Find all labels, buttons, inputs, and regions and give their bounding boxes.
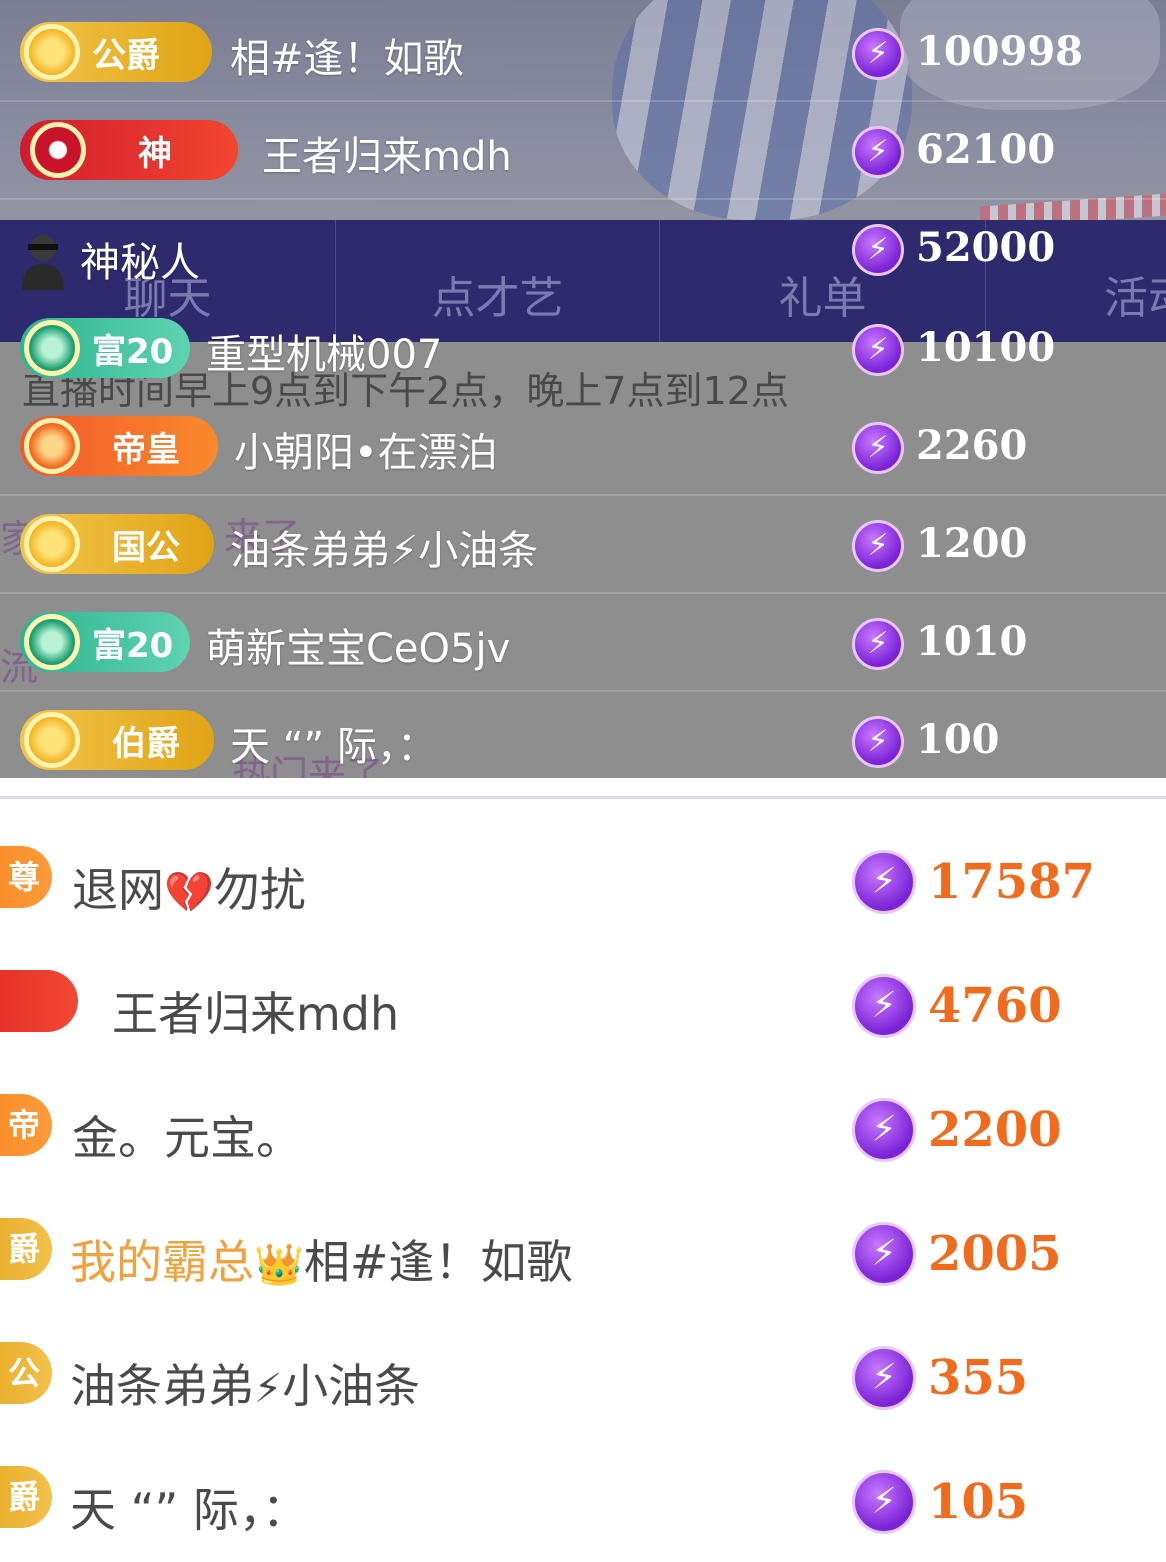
gift-score: 4760 bbox=[928, 978, 1062, 1034]
club-name-text: 我的霸总 bbox=[70, 1235, 254, 1289]
user-name: 神秘人 bbox=[80, 240, 200, 286]
medal-icon bbox=[24, 614, 80, 670]
name-text: 勿扰 bbox=[213, 863, 306, 917]
badge-label: 富20 bbox=[92, 331, 174, 372]
lightning-coin-icon: ⚡ bbox=[852, 324, 904, 376]
user-name: 退网💔勿扰 bbox=[72, 854, 306, 920]
medal-icon bbox=[24, 24, 80, 80]
gift-ranking-row[interactable]: 帝 金。元宝。 ⚡ 2200 bbox=[0, 1066, 1166, 1192]
rank-badge: 公 bbox=[0, 1342, 52, 1404]
rank-badge: 公爵 bbox=[20, 22, 212, 82]
lightning-coin-icon: ⚡ bbox=[852, 618, 904, 670]
lightning-coin-icon: ⚡ bbox=[852, 1098, 916, 1162]
user-name: 萌新宝宝CeO5jv bbox=[206, 626, 511, 672]
rank-badge: 国公 bbox=[20, 514, 214, 574]
rank-badge: 爵 bbox=[0, 1466, 52, 1528]
user-name: 相#逢！如歌 bbox=[230, 36, 464, 82]
medal-icon bbox=[24, 418, 80, 474]
badge-label: 富20 bbox=[92, 625, 174, 666]
lightning-coin-icon: ⚡ bbox=[852, 1346, 916, 1410]
ranking-row[interactable]: 神秘人 ⚡ 52000 bbox=[0, 200, 1166, 296]
lightning-coin-icon: ⚡ bbox=[852, 850, 916, 914]
name-text: 小油条 bbox=[282, 1359, 421, 1413]
lightning-coin-icon: ⚡ bbox=[852, 716, 904, 768]
contribution-score: 100998 bbox=[916, 28, 1083, 75]
gift-score: 2200 bbox=[928, 1102, 1062, 1158]
medal-icon bbox=[24, 516, 80, 572]
contribution-score: 10100 bbox=[916, 324, 1056, 371]
user-name: 王者归来mdh bbox=[112, 987, 400, 1041]
section-divider bbox=[0, 796, 1166, 799]
name-text: 油条弟弟 bbox=[70, 1359, 254, 1413]
gift-score: 355 bbox=[928, 1350, 1029, 1406]
gift-score: 2005 bbox=[928, 1226, 1062, 1282]
user-name: 小朝阳•在漂泊 bbox=[234, 430, 498, 476]
gift-ranking-row[interactable]: 爵 我的霸总👑相#逢！如歌 ⚡ 2005 bbox=[0, 1190, 1166, 1316]
rank-badge: 神 bbox=[20, 120, 238, 180]
ranking-row[interactable]: 富20 萌新宝宝CeO5jv ⚡ 1010 bbox=[0, 594, 1166, 692]
ranking-row[interactable]: 帝皇 小朝阳•在漂泊 ⚡ 2260 bbox=[0, 398, 1166, 496]
gift-score: 105 bbox=[928, 1474, 1029, 1530]
name-text: 退网 bbox=[72, 863, 164, 917]
contribution-score: 100 bbox=[916, 716, 1000, 763]
badge-label: 神 bbox=[138, 133, 172, 174]
lightning-coin-icon: ⚡ bbox=[852, 422, 904, 474]
rank-badge: 帝 bbox=[0, 1094, 52, 1156]
user-name: 金。元宝。 bbox=[72, 1111, 302, 1165]
top-ranking-overlay: 聊天 点才艺 礼单 活动 直播时间早上9点到下午2点，晚上7点到12点 家 来了… bbox=[0, 0, 1166, 778]
rank-badge: 富20 bbox=[20, 612, 190, 672]
contribution-score: 1200 bbox=[916, 520, 1028, 567]
ranking-row[interactable]: 伯爵 天 “” 际，： ⚡ 100 bbox=[0, 692, 1166, 778]
gift-ranking-row[interactable]: 尊 退网💔勿扰 ⚡ 17587 bbox=[0, 818, 1166, 944]
contribution-score: 2260 bbox=[916, 422, 1028, 469]
gift-ranking-row[interactable]: 公 油条弟弟⚡小油条 ⚡ 355 bbox=[0, 1314, 1166, 1440]
rank-badge: 尊 bbox=[0, 846, 52, 908]
user-name: 我的霸总👑相#逢！如歌 bbox=[70, 1226, 572, 1292]
rank-badge: 伯爵 bbox=[20, 710, 214, 770]
rank-badge: 富20 bbox=[20, 318, 190, 378]
ranking-row[interactable]: 公爵 相#逢！如歌 ⚡ 100998 bbox=[0, 4, 1166, 102]
medal-icon bbox=[24, 320, 80, 376]
rank-badge: 帝皇 bbox=[20, 416, 218, 476]
contribution-score: 62100 bbox=[916, 126, 1056, 173]
user-name: 天 “” 际，： bbox=[70, 1483, 308, 1537]
rank-badge: 爵 bbox=[0, 1218, 52, 1280]
gift-score: 17587 bbox=[928, 854, 1095, 910]
user-name: 重型机械007 bbox=[206, 332, 443, 378]
lightning-coin-icon: ⚡ bbox=[852, 1222, 916, 1286]
lightning-coin-icon: ⚡ bbox=[852, 126, 904, 178]
lightning-coin-icon: ⚡ bbox=[852, 974, 916, 1038]
lightning-coin-icon: ⚡ bbox=[852, 1470, 916, 1534]
ranking-row[interactable]: 富20 重型机械007 ⚡ 10100 bbox=[0, 300, 1166, 396]
medal-icon bbox=[30, 122, 86, 178]
badge-label: 伯爵 bbox=[112, 723, 180, 764]
gift-ranking-row[interactable]: 王者归来mdh ⚡ 4760 bbox=[0, 942, 1166, 1068]
masked-user-icon bbox=[22, 235, 64, 290]
lightning-coin-icon: ⚡ bbox=[852, 28, 904, 80]
ranking-row[interactable]: 国公 油条弟弟⚡小油条 ⚡ 1200 bbox=[0, 496, 1166, 594]
medal-icon bbox=[24, 712, 80, 768]
user-name: 王者归来mdh bbox=[262, 134, 512, 180]
contribution-score: 1010 bbox=[916, 618, 1028, 665]
badge-label: 帝皇 bbox=[112, 429, 180, 470]
ranking-row[interactable]: 神 王者归来mdh ⚡ 62100 bbox=[0, 102, 1166, 200]
badge-label: 国公 bbox=[112, 527, 180, 568]
rank-badge bbox=[0, 970, 78, 1032]
broken-heart-icon: 💔 bbox=[164, 870, 214, 916]
user-name: 油条弟弟⚡小油条 bbox=[70, 1350, 420, 1416]
lightning-icon: ⚡ bbox=[254, 1366, 283, 1412]
badge-label: 公爵 bbox=[92, 35, 160, 76]
crown-icon: 👑 bbox=[254, 1242, 304, 1288]
user-name: 天 “” 际，： bbox=[230, 724, 437, 770]
contribution-score: 52000 bbox=[916, 224, 1056, 271]
lightning-coin-icon: ⚡ bbox=[852, 224, 904, 276]
name-text: 相#逢！如歌 bbox=[303, 1235, 573, 1289]
lightning-coin-icon: ⚡ bbox=[852, 520, 904, 572]
gift-ranking-row[interactable]: 爵 天 “” 际，： ⚡ 105 bbox=[0, 1438, 1166, 1562]
user-name: 油条弟弟⚡小油条 bbox=[230, 528, 539, 574]
